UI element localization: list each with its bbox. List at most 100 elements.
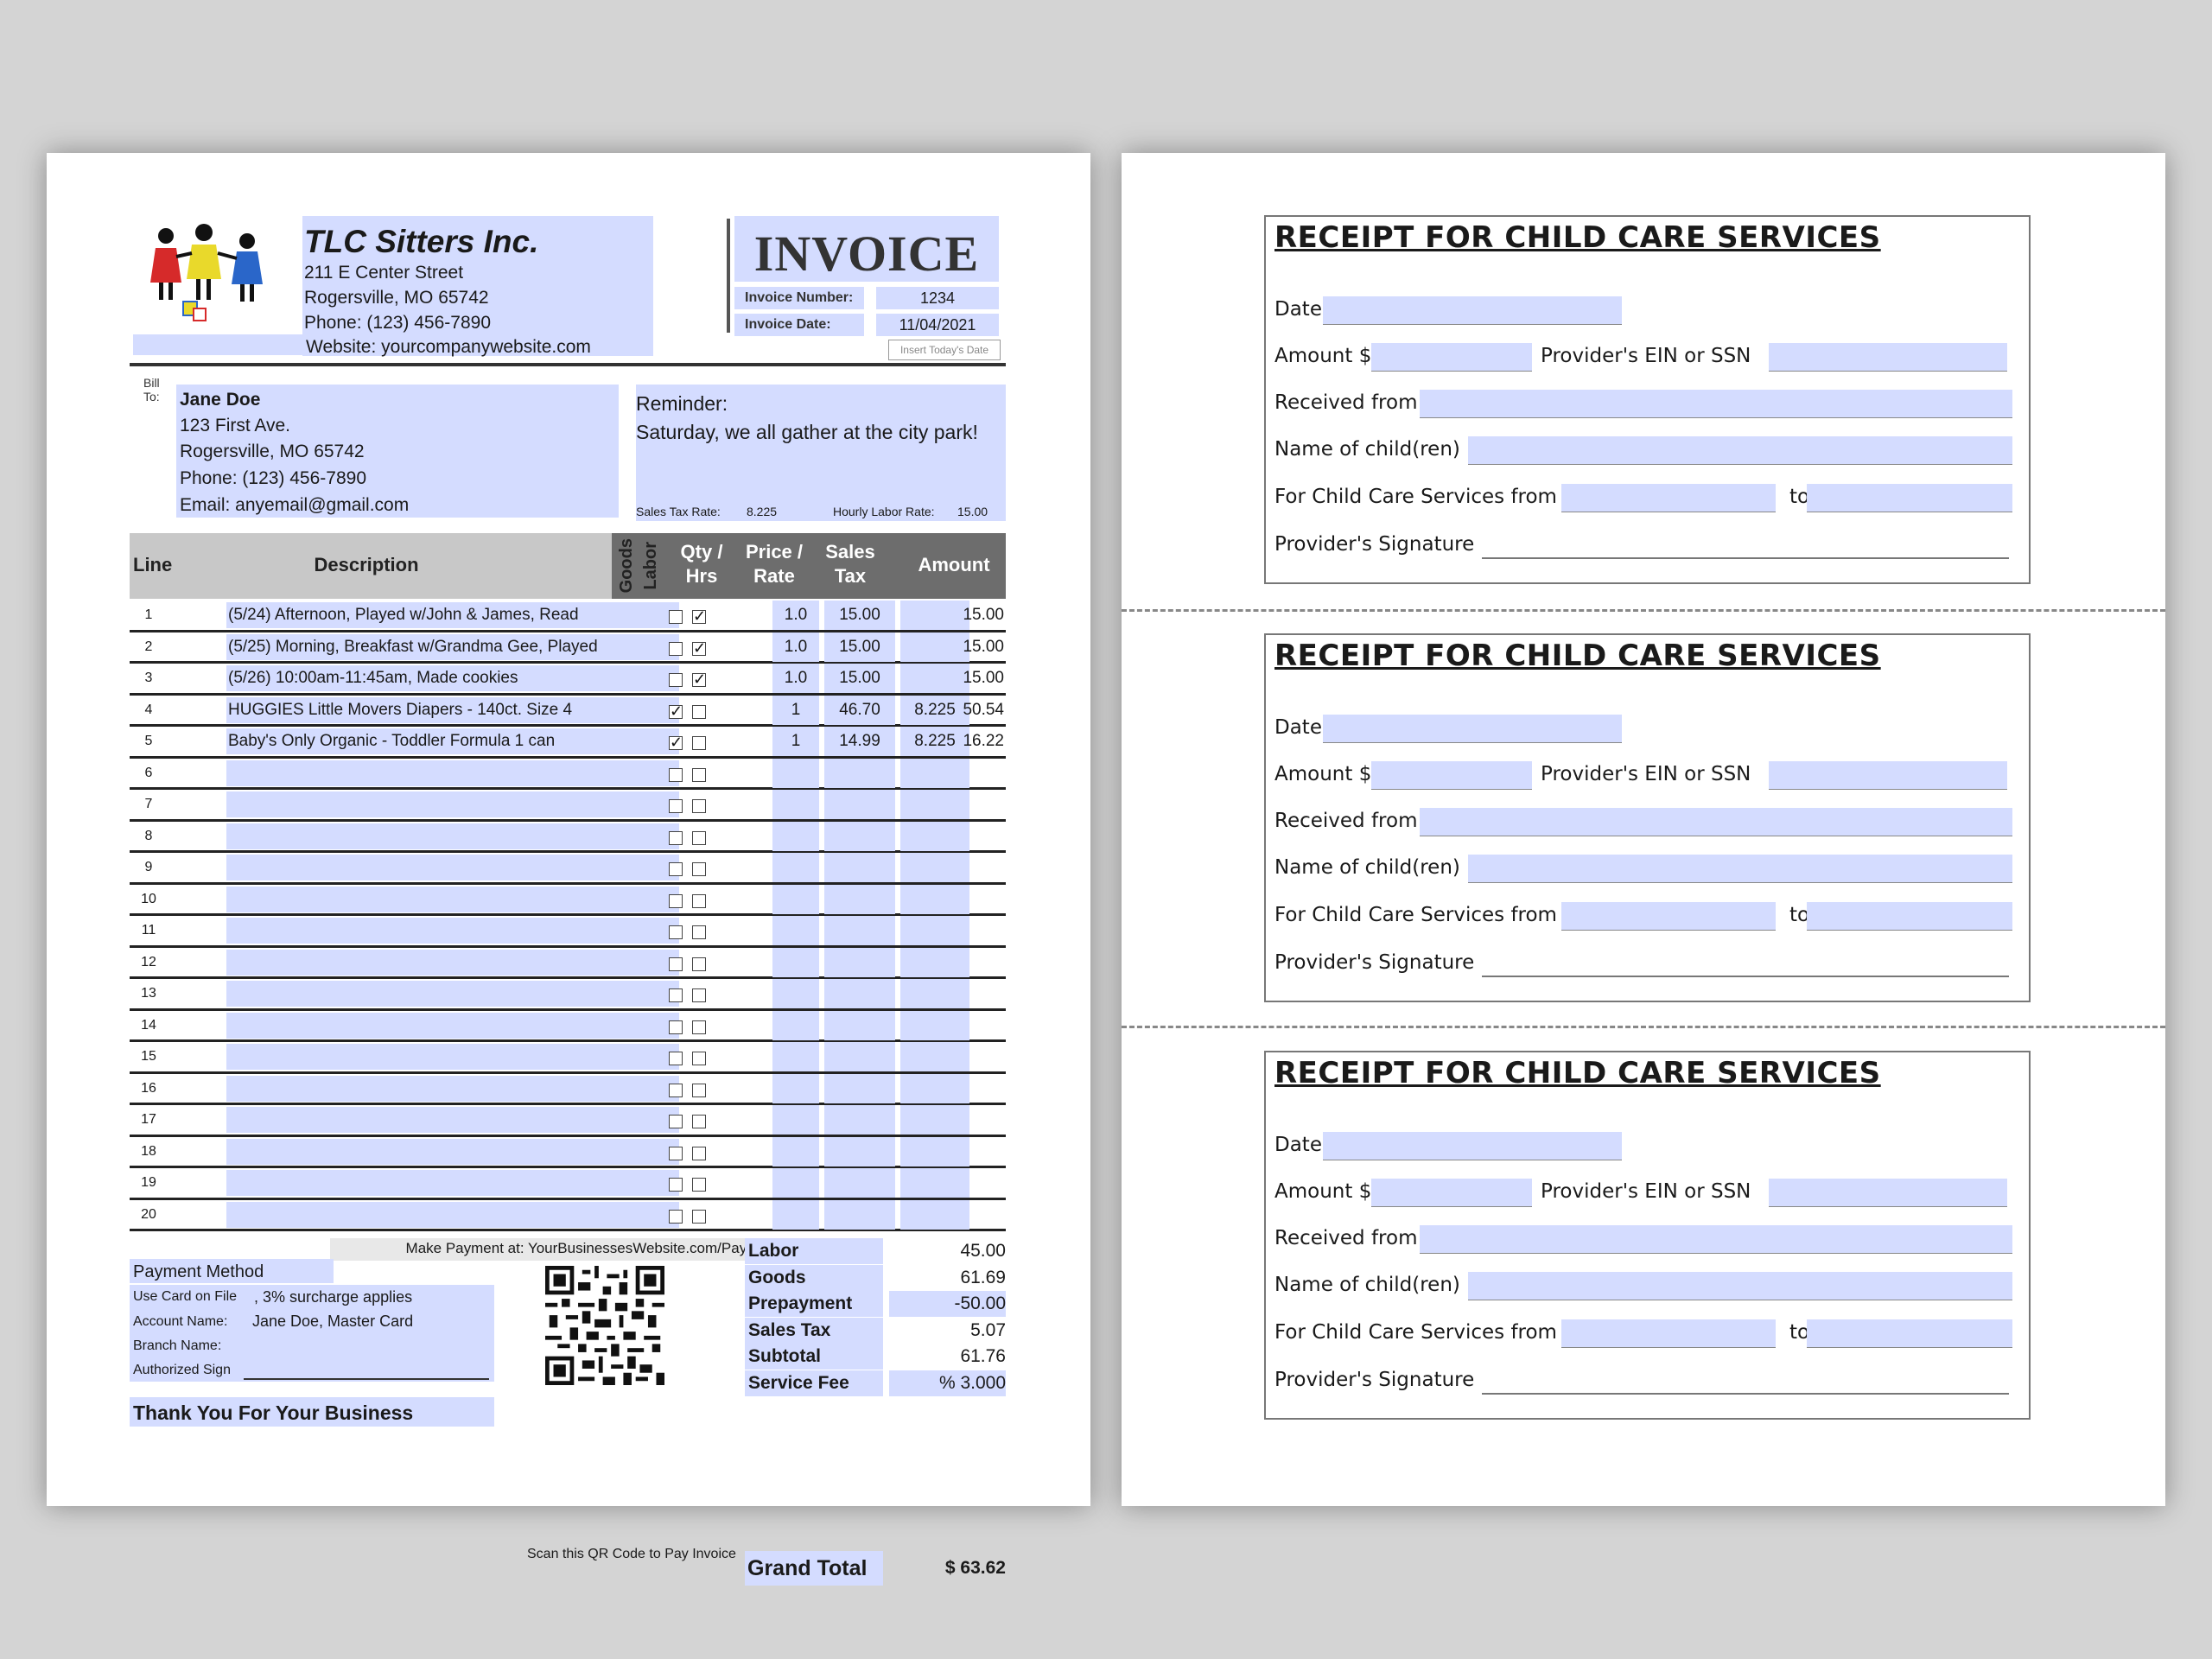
goods-checkbox[interactable] (669, 641, 683, 656)
receipt-services-label: For Child Care Services from (1274, 904, 1557, 926)
branch-name-label: Branch Name: (133, 1338, 222, 1353)
receipt-date-field[interactable] (1323, 296, 1622, 325)
labor-checkbox[interactable] (692, 1083, 706, 1097)
sales-tax-rate-value[interactable]: 8.225 (747, 505, 777, 518)
company-website: Website: yourcompanywebsite.com (306, 337, 591, 357)
receipt-services-to-field[interactable] (1807, 484, 2012, 512)
labor-checkbox[interactable]: ✓ (692, 671, 706, 687)
labor-checkbox[interactable] (692, 1052, 706, 1065)
labor-checkbox[interactable] (692, 767, 706, 782)
labor-checkbox[interactable] (692, 925, 706, 939)
receipt-amount-field[interactable] (1371, 343, 1532, 372)
receipt-signature-line[interactable] (1482, 557, 2009, 559)
goods-checkbox[interactable] (669, 1083, 683, 1097)
labor-checkbox[interactable] (692, 1178, 706, 1192)
goods-checkbox[interactable]: ✓ (669, 703, 683, 719)
labor-checkbox[interactable] (692, 704, 706, 719)
price-value (824, 918, 895, 943)
receipt-services-to-field[interactable] (1807, 1319, 2012, 1348)
goods-checkbox[interactable] (669, 799, 683, 813)
receipt-received-label: Received from (1274, 1227, 1418, 1249)
labor-checkbox[interactable]: ✓ (692, 608, 706, 624)
receipt-children-field[interactable] (1468, 436, 2012, 465)
line-number: 11 (141, 923, 156, 938)
insert-date-button[interactable]: Insert Today's Date (888, 340, 1001, 360)
amount-value: 15.00 (963, 606, 1004, 624)
receipt-children-field[interactable] (1468, 1272, 2012, 1300)
table-row: 12 (130, 947, 1006, 979)
goods-checkbox[interactable] (669, 893, 683, 908)
receipt-amount-field[interactable] (1371, 1179, 1532, 1207)
labor-checkbox[interactable] (692, 862, 706, 876)
goods-checkbox[interactable]: ✓ (669, 734, 683, 750)
receipt-ein-field[interactable] (1769, 1179, 2007, 1207)
labor-checkbox[interactable] (692, 988, 706, 1002)
receipt-signature-label: Provider's Signature (1274, 533, 1475, 556)
labor-checkbox[interactable] (692, 799, 706, 813)
total-value: 5.07 (970, 1319, 1006, 1340)
line-number: 7 (144, 797, 153, 811)
labor-checkbox[interactable] (692, 1209, 706, 1224)
labor-checkbox[interactable] (692, 893, 706, 908)
receipt-ein-field[interactable] (1769, 343, 2007, 372)
receipt-services-from-field[interactable] (1561, 1319, 1776, 1348)
authorized-sign-line[interactable] (244, 1378, 489, 1380)
price-value (824, 824, 895, 849)
total-value[interactable]: -50.00 (889, 1291, 1006, 1317)
goods-checkbox[interactable] (669, 957, 683, 971)
invoice-number-field[interactable]: 1234 (876, 287, 999, 309)
receipt-children-field[interactable] (1468, 855, 2012, 883)
invoice-date-field[interactable]: 11/04/2021 (876, 314, 999, 336)
receipt-signature-line[interactable] (1482, 1393, 2009, 1395)
receipt-received-field[interactable] (1420, 390, 2012, 418)
receipt-services-label: For Child Care Services from (1274, 486, 1557, 508)
receipt-signature-line[interactable] (1482, 976, 2009, 977)
receipt-received-field[interactable] (1420, 808, 2012, 836)
receipt-services-to-field[interactable] (1807, 902, 2012, 931)
goods-checkbox[interactable] (669, 1020, 683, 1034)
goods-checkbox[interactable] (669, 1209, 683, 1224)
table-row: 1 (5/24) Afternoon, Played w/John & James… (130, 601, 1006, 632)
labor-checkbox[interactable] (692, 1020, 706, 1034)
labor-checkbox[interactable] (692, 957, 706, 971)
labor-checkbox[interactable] (692, 1115, 706, 1128)
description-text (228, 1140, 677, 1164)
goods-checkbox[interactable] (669, 830, 683, 845)
receipt-title: RECEIPT FOR CHILD CARE SERVICES (1274, 1056, 1881, 1090)
amount-value: 15.00 (963, 669, 1004, 687)
total-label: Sales Tax (745, 1317, 883, 1344)
labor-checkbox[interactable] (692, 736, 706, 750)
goods-checkbox[interactable] (669, 610, 683, 624)
table-row: 16 (130, 1073, 1006, 1105)
line-number: 3 (144, 671, 153, 685)
goods-checkbox[interactable] (669, 767, 683, 782)
goods-checkbox[interactable] (669, 1178, 683, 1192)
receipt-date-field[interactable] (1323, 715, 1622, 743)
receipt-services-from-field[interactable] (1561, 902, 1776, 931)
goods-checkbox[interactable] (669, 925, 683, 939)
goods-checkbox[interactable] (669, 1146, 683, 1160)
qr-code[interactable] (545, 1266, 664, 1385)
goods-checkbox[interactable] (669, 1115, 683, 1128)
goods-checkbox[interactable] (669, 988, 683, 1002)
receipt-date-field[interactable] (1323, 1132, 1622, 1160)
col-line-header: Line (133, 554, 173, 575)
col-qty-header: Qty / Hrs (667, 540, 736, 588)
total-label: Goods (745, 1264, 883, 1291)
receipt-received-field[interactable] (1420, 1225, 2012, 1254)
goods-checkbox[interactable] (669, 1052, 683, 1065)
goods-checkbox[interactable] (669, 862, 683, 876)
labor-checkbox[interactable]: ✓ (692, 640, 706, 656)
company-phone: Phone: (123) 456-7890 (304, 313, 491, 333)
receipt-ein-field[interactable] (1769, 761, 2007, 790)
receipt-amount-field[interactable] (1371, 761, 1532, 790)
goods-checkbox[interactable] (669, 673, 683, 687)
hourly-rate-value[interactable]: 15.00 (957, 505, 988, 518)
table-row: 20 (130, 1199, 1006, 1231)
qty-value (772, 792, 819, 817)
labor-checkbox[interactable] (692, 1146, 706, 1160)
labor-checkbox[interactable] (692, 830, 706, 845)
company-logo (150, 224, 263, 321)
receipt-services-from-field[interactable] (1561, 484, 1776, 512)
total-value[interactable]: % 3.000 (889, 1370, 1006, 1396)
